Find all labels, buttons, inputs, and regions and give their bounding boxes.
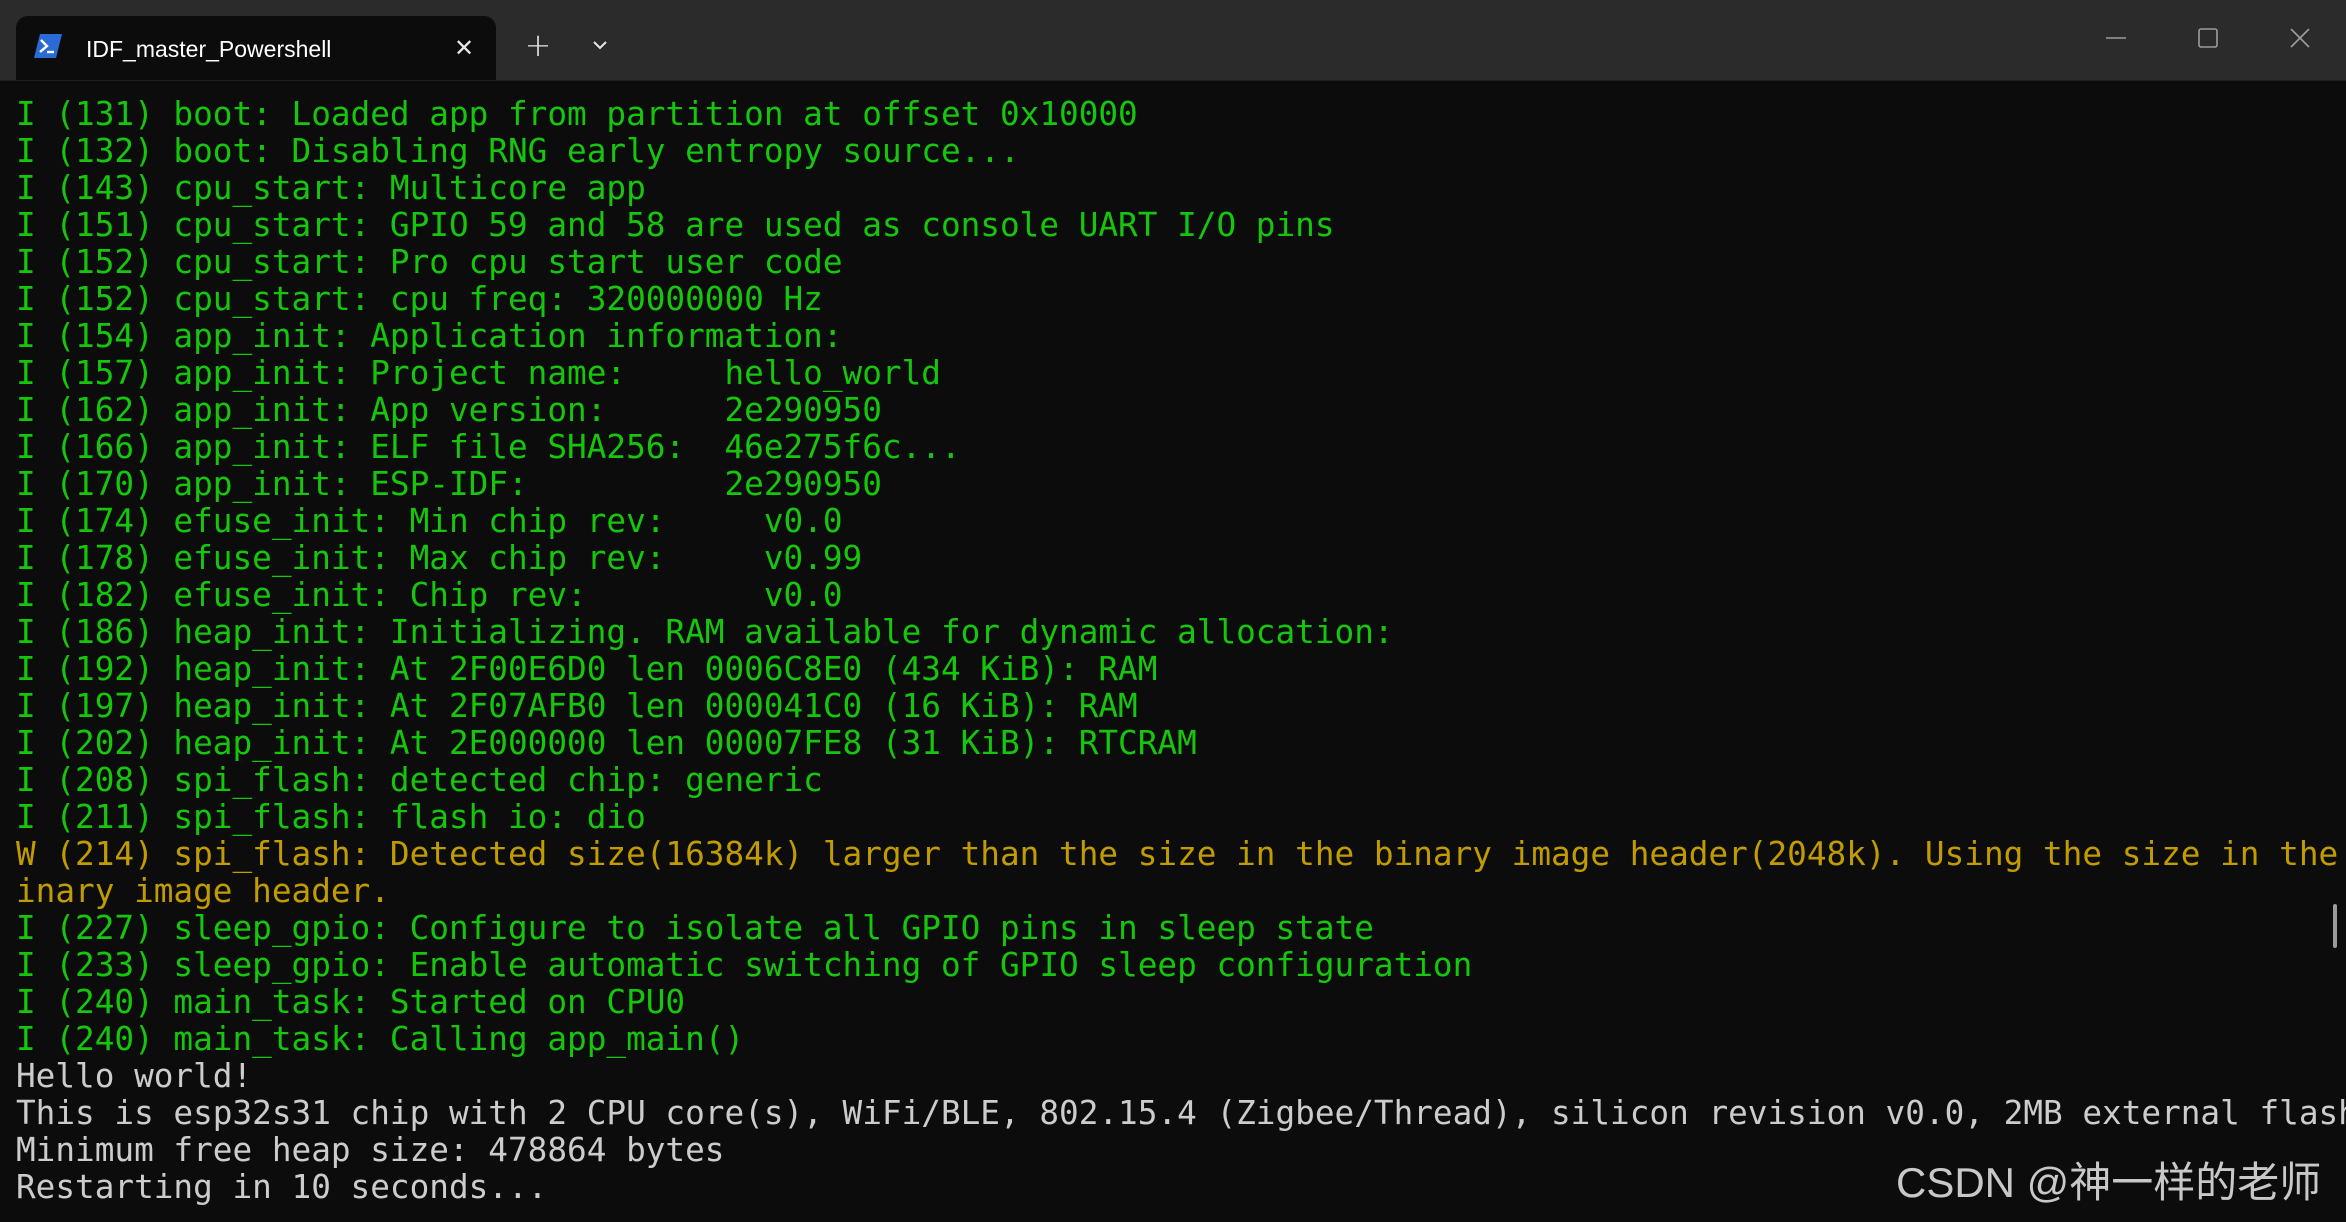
powershell-icon bbox=[34, 34, 62, 58]
terminal-line: I (170) app_init: ESP-IDF: 2e290950 bbox=[16, 465, 882, 503]
terminal-line: I (152) cpu_start: Pro cpu start user co… bbox=[16, 243, 843, 281]
terminal-line: I (157) app_init: Project name: hello_wo… bbox=[16, 354, 941, 392]
terminal-line: This is esp32s31 chip with 2 CPU core(s)… bbox=[16, 1094, 2346, 1132]
terminal-line: I (174) efuse_init: Min chip rev: v0.0 bbox=[16, 502, 843, 540]
scrollbar-thumb[interactable] bbox=[2333, 904, 2337, 948]
terminal-line: I (131) boot: Loaded app from partition … bbox=[16, 95, 1138, 133]
terminal-line: I (143) cpu_start: Multicore app bbox=[16, 169, 646, 207]
close-icon[interactable] bbox=[2280, 18, 2320, 58]
terminal-line: I (132) boot: Disabling RNG early entrop… bbox=[16, 132, 1020, 170]
terminal-line: I (186) heap_init: Initializing. RAM ava… bbox=[16, 613, 1394, 651]
tab-title: IDF_master_Powershell bbox=[86, 36, 332, 62]
terminal-line: I (202) heap_init: At 2E000000 len 00007… bbox=[16, 724, 1197, 762]
terminal-window: IDF_master_Powershell ✕ + I (131) boot: … bbox=[0, 0, 2346, 1222]
terminal-line: I (178) efuse_init: Max chip rev: v0.99 bbox=[16, 539, 863, 577]
terminal-line: I (227) sleep_gpio: Configure to isolate… bbox=[16, 909, 1374, 947]
title-bar[interactable]: IDF_master_Powershell ✕ + bbox=[0, 0, 2346, 81]
minimize-icon[interactable] bbox=[2096, 18, 2136, 58]
terminal-line: I (233) sleep_gpio: Enable automatic swi… bbox=[16, 946, 1473, 984]
terminal-line: I (162) app_init: App version: 2e290950 bbox=[16, 391, 882, 429]
tab-close-button[interactable]: ✕ bbox=[449, 33, 479, 63]
terminal-line: inary image header. bbox=[16, 872, 390, 910]
tab-idf-master-powershell[interactable]: IDF_master_Powershell ✕ bbox=[16, 16, 496, 80]
terminal-line: I (192) heap_init: At 2F00E6D0 len 0006C… bbox=[16, 650, 1158, 688]
terminal-line: I (240) main_task: Calling app_main() bbox=[16, 1020, 745, 1058]
maximize-icon[interactable] bbox=[2188, 18, 2228, 58]
terminal-line: I (208) spi_flash: detected chip: generi… bbox=[16, 761, 823, 799]
terminal-line: Hello world! bbox=[16, 1057, 253, 1095]
terminal-output[interactable]: I (131) boot: Loaded app from partition … bbox=[16, 95, 2346, 1216]
terminal-line: I (151) cpu_start: GPIO 59 and 58 are us… bbox=[16, 206, 1335, 244]
terminal-line: W (214) spi_flash: Detected size(16384k)… bbox=[16, 835, 2346, 873]
terminal-line: I (182) efuse_init: Chip rev: v0.0 bbox=[16, 576, 843, 614]
terminal-line: I (197) heap_init: At 2F07AFB0 len 00004… bbox=[16, 687, 1138, 725]
terminal-line: I (154) app_init: Application informatio… bbox=[16, 317, 843, 355]
terminal-line: I (211) spi_flash: flash io: dio bbox=[16, 798, 646, 836]
terminal-line: I (240) main_task: Started on CPU0 bbox=[16, 983, 686, 1021]
terminal-line: I (166) app_init: ELF file SHA256: 46e27… bbox=[16, 428, 961, 466]
watermark-text: CSDN @神一样的老师 bbox=[1896, 1159, 2322, 1206]
new-tab-button[interactable]: + bbox=[521, 28, 555, 62]
chevron-down-icon[interactable] bbox=[583, 28, 617, 62]
terminal-line: I (152) cpu_start: cpu freq: 320000000 H… bbox=[16, 280, 823, 318]
